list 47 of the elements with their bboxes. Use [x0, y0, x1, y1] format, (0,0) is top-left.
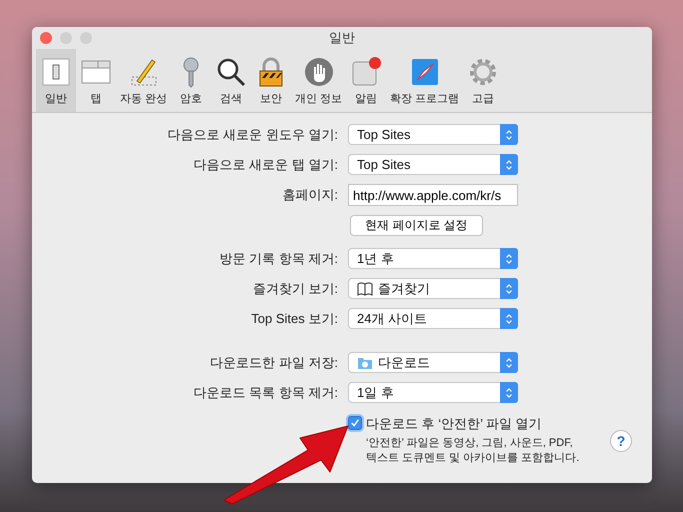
stepper-icon — [500, 308, 518, 329]
toolbar-tab[interactable]: 암호 — [171, 49, 212, 112]
field-label: 다운로드한 파일 저장: — [209, 354, 338, 372]
toolbar-tab[interactable]: 고급 — [463, 49, 504, 112]
popup-menu[interactable]: 1년 후 — [348, 248, 518, 269]
stepper-icon — [500, 124, 518, 145]
toolbar-tab[interactable]: 알림 — [346, 49, 386, 112]
homepage-field[interactable]: http://www.apple.com/kr/s — [348, 184, 518, 206]
toolbar-tab[interactable]: 확장 프로그램 — [386, 49, 464, 112]
set-current-page-button[interactable]: 현재 페이지로 설정 — [350, 215, 483, 236]
close-button[interactable] — [40, 32, 52, 44]
popup-menu[interactable]: 즐겨찾기 — [348, 278, 518, 299]
switch-icon — [40, 56, 72, 88]
toolbar-tab[interactable]: 탭 — [76, 49, 116, 112]
popup-menu[interactable]: Top Sites — [348, 154, 518, 175]
book-icon — [357, 282, 373, 296]
popup-menu[interactable]: 다운로드 — [348, 352, 518, 373]
search-icon — [215, 56, 248, 88]
stepper-icon — [500, 278, 518, 299]
toolbar-tab[interactable]: 개인 정보 — [291, 49, 346, 112]
popup-menu[interactable]: 24개 사이트 — [348, 308, 518, 329]
hand-icon — [302, 56, 335, 88]
window-title: 일반 — [329, 29, 355, 47]
stepper-icon — [500, 248, 518, 269]
toolbar-tab[interactable]: 보안 — [251, 49, 292, 112]
toolbar-tab[interactable]: 검색 — [211, 49, 252, 112]
field-label: 즐겨찾기 보기: — [252, 280, 338, 298]
field-label: 다음으로 새로운 탭 열기: — [192, 156, 338, 174]
field-label: 홈페이지: — [281, 186, 338, 204]
checkbox-label: 다운로드 후 ‘안전한’ 파일 열기 — [366, 415, 543, 433]
toolbar-tab[interactable]: 자동 완성 — [116, 49, 172, 112]
folder-icon — [357, 356, 373, 370]
toolbar-tab[interactable]: 일반 — [36, 49, 76, 112]
field-label: 다운로드 목록 항목 제거: — [192, 384, 338, 402]
field-label: Top Sites 보기: — [250, 310, 338, 328]
stepper-icon — [500, 352, 518, 373]
stepper-icon — [500, 154, 518, 175]
checkbox[interactable] — [348, 416, 362, 430]
field-label: 다음으로 새로운 윈도우 열기: — [166, 126, 338, 144]
stepper-icon — [500, 382, 518, 403]
note-text: 텍스트 도큐멘트 및 아카이브를 포함합니다. — [366, 451, 580, 466]
note-text: ‘안전한’ 파일은 동영상, 그림, 사운드, PDF, — [366, 436, 574, 451]
help-button[interactable]: ? — [610, 430, 632, 452]
popup-menu[interactable]: 1일 후 — [348, 382, 518, 403]
field-label: 방문 기록 항목 제거: — [218, 250, 338, 268]
notification-icon — [350, 56, 382, 88]
popup-menu[interactable]: Top Sites — [348, 124, 518, 145]
